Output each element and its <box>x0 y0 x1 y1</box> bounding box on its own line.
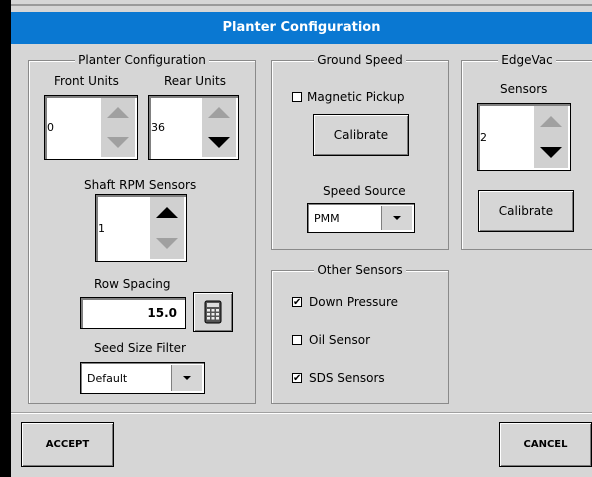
rear-units-down-button[interactable] <box>202 128 236 158</box>
arrow-down-icon <box>156 238 178 249</box>
down-pressure-label: Down Pressure <box>309 295 399 309</box>
ground-speed-legend: Ground Speed <box>314 53 406 67</box>
planter-config-legend: Planter Configuration <box>75 53 209 67</box>
rear-units-up-button[interactable] <box>202 98 236 128</box>
front-units-label: Front Units <box>54 74 119 88</box>
arrow-down-icon <box>107 136 129 148</box>
front-units-down-button[interactable] <box>101 128 135 158</box>
footer-separator <box>11 412 592 414</box>
rear-units-label: Rear Units <box>164 74 226 88</box>
edgevac-sensors-label: Sensors <box>500 82 548 96</box>
shaft-rpm-up-button[interactable] <box>150 197 184 228</box>
edgevac-sensors-up-button[interactable] <box>534 106 568 137</box>
edgevac-sensors-stepper[interactable]: 2 <box>477 103 571 171</box>
seed-filter-dropdown[interactable]: Default <box>80 362 205 394</box>
sds-sensors-checkbox[interactable]: ✔ <box>292 373 302 384</box>
rear-units-value: 36 <box>151 121 165 134</box>
front-units-up-button[interactable] <box>101 98 135 128</box>
arrow-down-icon <box>208 136 230 148</box>
speed-source-value: PMM <box>314 211 340 225</box>
speed-source-label: Speed Source <box>323 184 406 198</box>
dialog-title: Planter Configuration <box>11 12 592 44</box>
edgevac-legend: EdgeVac <box>498 53 556 67</box>
oil-sensor-checkbox[interactable] <box>292 335 302 345</box>
shaft-rpm-down-button[interactable] <box>150 228 184 259</box>
arrow-up-icon <box>208 107 230 119</box>
speed-source-dropdown-button[interactable] <box>381 206 412 230</box>
arrow-down-icon <box>540 147 562 158</box>
ground-speed-calibrate-button[interactable]: Calibrate <box>313 114 409 156</box>
calculator-icon <box>204 300 222 324</box>
shaft-rpm-label: Shaft RPM Sensors <box>84 178 197 192</box>
edgevac-sensors-down-button[interactable] <box>534 137 568 168</box>
magnetic-pickup-label: Magnetic Pickup <box>307 90 405 104</box>
edgevac-sensors-value: 2 <box>480 130 487 144</box>
front-units-stepper[interactable]: 0 <box>44 95 138 160</box>
top-border <box>11 4 592 6</box>
seed-filter-label: Seed Size Filter <box>94 341 186 355</box>
accept-button[interactable]: ACCEPT <box>21 422 114 467</box>
magnetic-pickup-checkbox[interactable] <box>292 92 302 102</box>
front-units-value: 0 <box>47 121 54 134</box>
cancel-button[interactable]: CANCEL <box>499 422 592 467</box>
seed-filter-value: Default <box>87 371 128 385</box>
arrow-up-icon <box>540 116 562 127</box>
oil-sensor-label: Oil Sensor <box>309 333 371 347</box>
other-sensors-legend: Other Sensors <box>314 263 406 277</box>
row-spacing-input[interactable]: 15.0 <box>80 297 186 329</box>
rear-units-stepper[interactable]: 36 <box>148 95 239 160</box>
seed-filter-dropdown-button[interactable] <box>171 365 202 391</box>
edgevac-calibrate-button[interactable]: Calibrate <box>478 190 574 232</box>
speed-source-dropdown[interactable]: PMM <box>307 203 415 233</box>
arrow-up-icon <box>107 107 129 119</box>
row-spacing-label: Row Spacing <box>94 277 171 291</box>
shaft-rpm-stepper[interactable]: 1 <box>95 194 187 262</box>
arrow-up-icon <box>156 207 178 218</box>
sds-sensors-label: SDS Sensors <box>309 371 385 385</box>
down-pressure-checkbox[interactable]: ✔ <box>292 297 302 308</box>
chevron-down-icon <box>393 216 401 220</box>
chevron-down-icon <box>183 376 191 380</box>
calculator-button[interactable] <box>193 292 233 332</box>
shaft-rpm-value: 1 <box>98 221 105 235</box>
